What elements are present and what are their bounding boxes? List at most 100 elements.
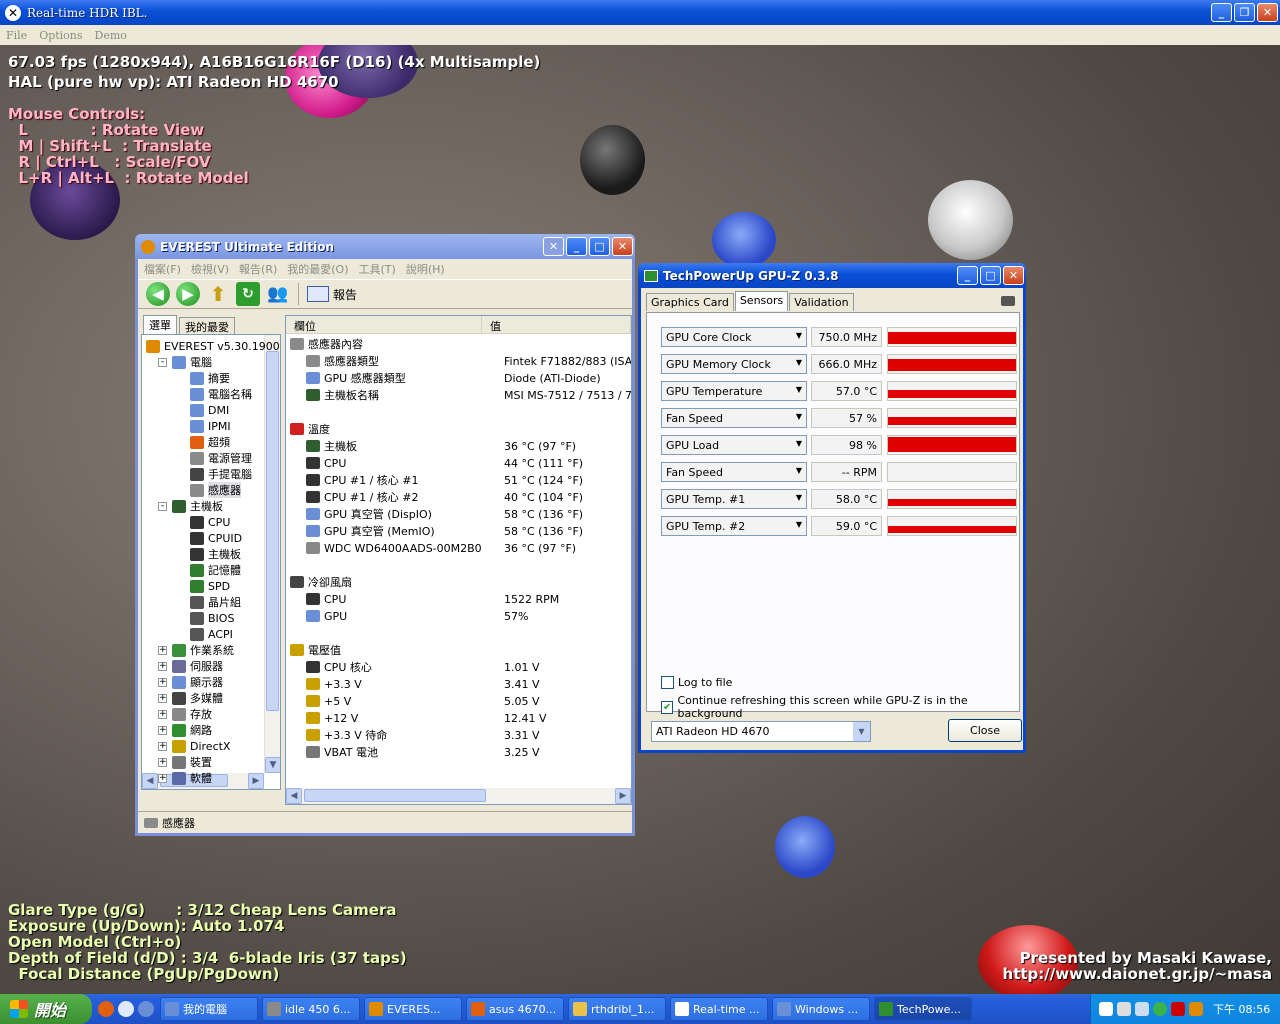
- chevron-down-icon[interactable]: ▼: [796, 358, 802, 367]
- report-button[interactable]: 報告: [307, 286, 357, 303]
- chevron-down-icon[interactable]: ▼: [796, 493, 802, 502]
- table-row[interactable]: GPU 感應器類型 Diode (ATI-Diode): [306, 370, 631, 386]
- tree-item[interactable]: CPUID: [190, 530, 242, 546]
- tree-item[interactable]: + 多媒體: [158, 690, 223, 706]
- tree-item[interactable]: IPMI: [190, 418, 231, 434]
- network-icon[interactable]: [1135, 1002, 1149, 1016]
- tree-item[interactable]: + DirectX: [158, 738, 230, 754]
- menu-file[interactable]: 檔案(F): [144, 261, 181, 277]
- firefox-icon[interactable]: [98, 1001, 114, 1017]
- scroll-left-icon[interactable]: ◀: [142, 773, 158, 789]
- help-icon[interactable]: [1117, 1002, 1131, 1016]
- tree-item[interactable]: BIOS: [190, 610, 234, 626]
- tree-vscroll-thumb[interactable]: [266, 351, 279, 711]
- browser-icon[interactable]: [118, 1001, 134, 1017]
- tab-graphics-card[interactable]: Graphics Card: [646, 293, 734, 311]
- detail-hscroll-thumb[interactable]: [304, 789, 486, 802]
- up-arrow-icon[interactable]: ⬆: [206, 282, 230, 306]
- users-icon[interactable]: 👥: [266, 282, 290, 306]
- minimize-button[interactable]: _: [1211, 3, 1232, 22]
- menu-file[interactable]: File: [6, 29, 27, 42]
- scroll-right-icon[interactable]: ▶: [615, 788, 631, 804]
- menu-view[interactable]: 檢視(V): [191, 261, 229, 277]
- tree-item[interactable]: 感應器: [190, 482, 241, 498]
- table-row[interactable]: CPU #1 / 核心 #2 40 °C (104 °F): [306, 489, 631, 505]
- scroll-left-icon[interactable]: ◀: [286, 788, 302, 804]
- sensor-name-select[interactable]: Fan Speed ▼: [661, 462, 807, 482]
- expand-icon[interactable]: +: [158, 677, 167, 687]
- log-to-file-checkbox[interactable]: Log to file: [661, 676, 732, 689]
- continue-refresh-checkbox[interactable]: ✔ Continue refreshing this screen while …: [661, 694, 1019, 720]
- taskbar-button[interactable]: rthdribl_1...: [568, 997, 666, 1021]
- sensor-name-select[interactable]: GPU Load ▼: [661, 435, 807, 455]
- table-row[interactable]: +3.3 V 3.41 V: [306, 676, 631, 692]
- tree-item[interactable]: 超頻: [190, 434, 230, 450]
- taskbar-button[interactable]: asus 4670...: [466, 997, 564, 1021]
- expand-icon[interactable]: +: [158, 709, 167, 719]
- table-row[interactable]: +5 V 5.05 V: [306, 693, 631, 709]
- menu-report[interactable]: 報告(R): [239, 261, 277, 277]
- table-row[interactable]: +3.3 V 待命 3.31 V: [306, 727, 631, 743]
- chevron-down-icon[interactable]: ▼: [796, 466, 802, 475]
- tree-item[interactable]: 晶片組: [190, 594, 241, 610]
- expand-icon[interactable]: +: [158, 757, 167, 767]
- tab-sensors[interactable]: Sensors: [734, 291, 789, 311]
- tree-item[interactable]: 主機板: [190, 546, 241, 562]
- sensor-name-select[interactable]: GPU Memory Clock ▼: [661, 354, 807, 374]
- tree-item[interactable]: - 電腦: [158, 354, 212, 370]
- tree-item[interactable]: + 伺服器: [158, 658, 223, 674]
- tab-validation[interactable]: Validation: [789, 293, 854, 311]
- expand-icon[interactable]: +: [158, 741, 167, 751]
- chevron-down-icon[interactable]: ▼: [796, 331, 802, 340]
- expand-icon[interactable]: +: [158, 693, 167, 703]
- tree-item[interactable]: 摘要: [190, 370, 230, 386]
- tree-item[interactable]: CPU: [190, 514, 230, 530]
- column-value[interactable]: 值: [482, 316, 631, 333]
- expand-icon[interactable]: +: [158, 725, 167, 735]
- tree-item[interactable]: 電源管理: [190, 450, 252, 466]
- back-arrow-icon[interactable]: ◀: [146, 282, 170, 306]
- menu-tools[interactable]: 工具(T): [359, 261, 396, 277]
- chevron-down-icon[interactable]: ▼: [796, 520, 802, 529]
- tree-item[interactable]: + 裝置: [158, 754, 212, 770]
- maximize-button[interactable]: □: [589, 237, 610, 256]
- expand-icon[interactable]: +: [158, 773, 167, 783]
- tree-item[interactable]: EVEREST v5.30.1900: [146, 338, 280, 354]
- chevron-down-icon[interactable]: ▼: [796, 412, 802, 421]
- tree-item[interactable]: SPD: [190, 578, 230, 594]
- taskbar-button[interactable]: Real-time ...: [670, 997, 768, 1021]
- close-button[interactable]: ✕: [612, 237, 633, 256]
- table-row[interactable]: +12 V 12.41 V: [306, 710, 631, 726]
- menu-favorites[interactable]: 我的最愛(O): [287, 261, 348, 277]
- table-row[interactable]: CPU 1522 RPM: [306, 591, 631, 607]
- taskbar-button[interactable]: TechPowe...: [874, 997, 972, 1021]
- tree-item[interactable]: + 作業系統: [158, 642, 234, 658]
- sensor-name-select[interactable]: GPU Temp. #2 ▼: [661, 516, 807, 536]
- restore-button[interactable]: ❐: [1234, 3, 1255, 22]
- camera-icon[interactable]: [1001, 296, 1015, 306]
- menu-options[interactable]: Options: [39, 29, 82, 42]
- forward-arrow-icon[interactable]: ▶: [176, 282, 200, 306]
- table-row[interactable]: GPU 真空管 (MemIO) 58 °C (136 °F): [306, 523, 631, 539]
- tab-favorites[interactable]: 我的最愛: [179, 317, 235, 334]
- expand-icon[interactable]: +: [158, 645, 167, 655]
- sensor-name-select[interactable]: Fan Speed ▼: [661, 408, 807, 428]
- tab-menu[interactable]: 選單: [143, 315, 177, 334]
- desktop-icon[interactable]: [138, 1001, 154, 1017]
- table-row[interactable]: 主機板名稱 MSI MS-7512 / 7513 / 7514 / 7: [306, 387, 631, 403]
- extra-button[interactable]: ✕: [543, 237, 564, 256]
- table-row[interactable]: CPU 核心 1.01 V: [306, 659, 631, 675]
- table-row[interactable]: CPU #1 / 核心 #1 51 °C (124 °F): [306, 472, 631, 488]
- column-field[interactable]: 欄位: [286, 316, 482, 333]
- everest-tray-icon[interactable]: [1189, 1002, 1203, 1016]
- close-dialog-button[interactable]: Close: [948, 719, 1022, 742]
- table-row[interactable]: WDC WD6400AADS-00M2B0 36 °C (97 °F): [306, 540, 631, 556]
- tree-item[interactable]: + 軟體: [158, 770, 212, 786]
- close-button[interactable]: ✕: [1003, 266, 1024, 285]
- tree-item[interactable]: + 網路: [158, 722, 212, 738]
- continue-checkbox-box[interactable]: ✔: [661, 700, 674, 714]
- detail-horizontal-scrollbar[interactable]: ◀ ▶: [286, 788, 631, 804]
- minimize-button[interactable]: _: [957, 266, 978, 285]
- tree-item[interactable]: 記憶體: [190, 562, 241, 578]
- table-row[interactable]: VBAT 電池 3.25 V: [306, 744, 631, 760]
